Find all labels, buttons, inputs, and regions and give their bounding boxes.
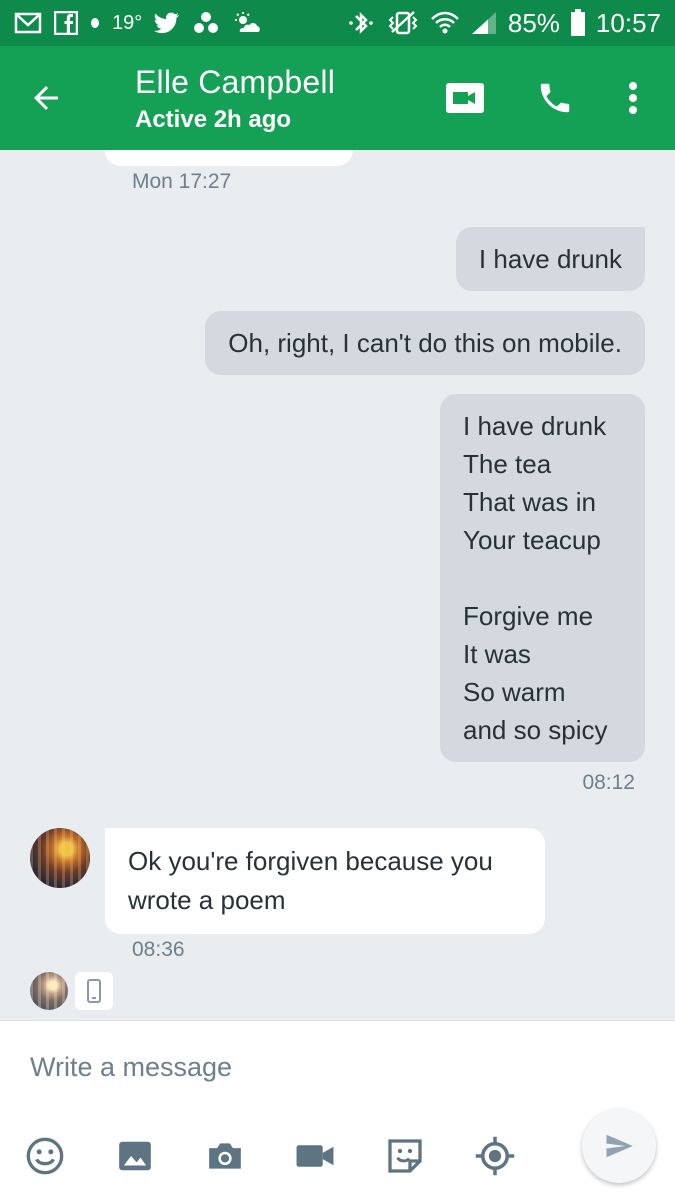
send-icon xyxy=(606,1134,633,1158)
status-left-icons: 19° xyxy=(14,11,262,35)
back-button[interactable] xyxy=(24,76,68,120)
outgoing-message[interactable]: Oh, right, I can't do this on mobile. xyxy=(205,311,645,375)
device-badge xyxy=(75,972,113,1010)
gmail-icon xyxy=(14,11,42,35)
outgoing-message-poem[interactable]: I have drunk The tea That was in Your te… xyxy=(440,394,645,762)
status-right-icons: 85% 10:57 xyxy=(346,8,661,39)
message-line: and so spicy xyxy=(463,715,608,745)
message-line: Forgive me xyxy=(463,601,594,631)
status-bar: 19° 85% 10:57 xyxy=(0,0,675,46)
seen-avatar xyxy=(30,972,68,1010)
send-button[interactable] xyxy=(582,1109,656,1183)
video-call-button[interactable] xyxy=(443,76,487,120)
message-line xyxy=(463,559,622,597)
contact-avatar[interactable] xyxy=(30,828,90,888)
gallery-button[interactable] xyxy=(114,1135,156,1177)
timestamp: 08:12 xyxy=(582,771,635,794)
message-line: So warm xyxy=(463,677,566,707)
chat-area[interactable]: Mon 17:27 I have drunk Oh, right, I can'… xyxy=(0,150,675,1020)
emoji-button[interactable] xyxy=(24,1135,66,1177)
battery-icon xyxy=(570,9,586,37)
voice-call-button[interactable] xyxy=(533,76,577,120)
location-icon xyxy=(475,1136,515,1176)
phone-icon xyxy=(540,83,570,113)
app-icon xyxy=(192,11,220,35)
signal-icon xyxy=(470,10,498,36)
sticker-button[interactable] xyxy=(384,1135,426,1177)
timestamp: Mon 17:27 xyxy=(132,170,232,193)
app-bar: Elle Campbell Active 2h ago xyxy=(0,46,675,150)
vibrate-icon xyxy=(386,10,420,36)
outgoing-message[interactable]: I have drunk xyxy=(455,227,645,291)
battery-percent: 85% xyxy=(507,7,560,38)
camera-button[interactable] xyxy=(204,1135,246,1177)
gallery-icon xyxy=(119,1141,151,1171)
timestamp: 08:36 xyxy=(132,938,185,961)
sticker-icon xyxy=(388,1139,422,1173)
contact-name[interactable]: Elle Campbell xyxy=(135,64,335,101)
weather-icon xyxy=(232,11,262,35)
back-arrow-icon xyxy=(34,86,58,110)
emoji-icon xyxy=(26,1137,64,1175)
message-input[interactable] xyxy=(30,1045,590,1089)
facebook-icon xyxy=(54,11,78,35)
video-call-icon xyxy=(446,83,484,113)
contact-status: Active 2h ago xyxy=(135,106,292,133)
wifi-icon xyxy=(430,10,460,36)
twitter-icon xyxy=(154,12,180,34)
message-line: That was in xyxy=(463,487,596,517)
temperature-label: 19° xyxy=(112,11,143,34)
bluetooth-icon xyxy=(346,10,376,36)
location-button[interactable] xyxy=(474,1135,516,1177)
incoming-message[interactable]: Ok you're forgiven because you wrote a p… xyxy=(105,828,545,934)
more-options-button[interactable] xyxy=(616,76,650,120)
video-button[interactable] xyxy=(294,1135,336,1177)
dot-icon xyxy=(90,17,100,29)
video-icon xyxy=(296,1145,334,1167)
message-line: I have drunk xyxy=(463,411,607,441)
mobile-device-icon xyxy=(87,979,101,1003)
clock: 10:57 xyxy=(595,7,661,38)
message-line: Your teacup xyxy=(463,525,601,555)
camera-icon xyxy=(209,1143,241,1169)
more-vert-icon xyxy=(629,82,637,114)
message-composer xyxy=(0,1020,675,1200)
incoming-bubble-partial xyxy=(105,150,353,166)
message-line: It was xyxy=(463,639,531,669)
message-line: The tea xyxy=(463,449,552,479)
